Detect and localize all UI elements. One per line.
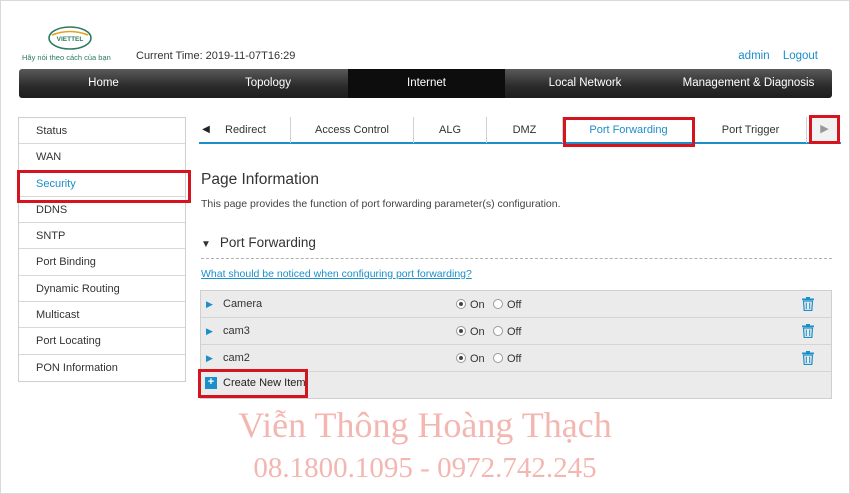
tab-alg[interactable]: ALG [414, 117, 487, 143]
radio-on[interactable] [456, 326, 466, 336]
watermark-line2: 08.1800.1095 - 0972.742.245 [253, 452, 597, 484]
sidebar-item-pon-information[interactable]: PON Information [19, 355, 185, 381]
svg-text:VIETTEL: VIETTEL [57, 36, 84, 43]
sidebar-item-port-locating[interactable]: Port Locating [19, 328, 185, 355]
expand-row-icon[interactable]: ▶ [206, 326, 213, 337]
on-label: On [470, 326, 485, 338]
tab-access-control[interactable]: Access Control [291, 117, 414, 143]
table-row: ▶ cam2 On Off [201, 345, 831, 372]
rule-name: Camera [223, 298, 263, 310]
section-divider [201, 258, 832, 259]
on-label: On [470, 299, 485, 311]
sidebar-item-wan[interactable]: WAN [19, 144, 185, 171]
off-label: Off [507, 353, 522, 365]
viettel-logo: VIETTEL Hãy nói theo cách của bạn [22, 26, 118, 66]
radio-off[interactable] [493, 326, 503, 336]
collapse-icon[interactable]: ▼ [201, 239, 211, 250]
sidebar-item-ddns[interactable]: DDNS [19, 197, 185, 224]
trash-icon[interactable] [802, 324, 814, 338]
sidebar-item-status[interactable]: Status [19, 118, 185, 145]
page-title: Page Information [201, 171, 320, 188]
trash-icon[interactable] [802, 297, 814, 311]
table-row: ▶ Camera On Off [201, 291, 831, 318]
table-row: ▶ cam3 On Off [201, 318, 831, 345]
sidebar: Status WAN Security DDNS SNTP Port Bindi… [17, 117, 191, 382]
nav-management-diagnosis[interactable]: Management & Diagnosis [665, 69, 832, 98]
tab-redirect[interactable]: Redirect [219, 117, 291, 143]
user-links: admin Logout [728, 50, 818, 62]
rule-name: cam2 [223, 352, 250, 364]
sidebar-item-sntp[interactable]: SNTP [19, 223, 185, 250]
radio-off[interactable] [493, 299, 503, 309]
tab-port-trigger[interactable]: Port Trigger [695, 117, 807, 143]
admin-link[interactable]: admin [738, 50, 769, 62]
create-row: + Create New Item [198, 369, 831, 398]
section-header[interactable]: ▼ Port Forwarding [201, 235, 316, 250]
nav-home[interactable]: Home [19, 69, 188, 98]
expand-row-icon[interactable]: ▶ [206, 299, 213, 310]
tab-scroll-right-icon[interactable]: ▶ [809, 115, 840, 144]
section-title: Port Forwarding [219, 235, 316, 250]
main-nav: Home Topology Internet Local Network Man… [19, 69, 832, 98]
viettel-logo-icon: VIETTEL [48, 26, 92, 50]
sidebar-item-dynamic-routing[interactable]: Dynamic Routing [19, 276, 185, 303]
logo-tagline: Hãy nói theo cách của bạn [22, 53, 111, 62]
nav-internet[interactable]: Internet [348, 69, 505, 98]
current-time: Current Time: 2019-11-07T16:29 [136, 50, 296, 62]
radio-on[interactable] [456, 299, 466, 309]
page-description: This page provides the function of port … [201, 198, 561, 210]
trash-icon[interactable] [802, 351, 814, 365]
on-label: On [470, 353, 485, 365]
sidebar-item-security[interactable]: Security [17, 169, 191, 203]
nav-topology[interactable]: Topology [188, 69, 348, 98]
tab-scroll-left-icon[interactable]: ◀ [199, 117, 213, 143]
highlight-box [198, 369, 308, 398]
radio-off[interactable] [493, 353, 503, 363]
watermark-line1: Viễn Thông Hoàng Thạch [238, 405, 612, 445]
expand-row-icon[interactable]: ▶ [206, 353, 213, 364]
tab-bar: ◀ Redirect Access Control ALG DMZ Port F… [199, 115, 841, 147]
off-label: Off [507, 326, 522, 338]
sidebar-item-port-binding[interactable]: Port Binding [19, 249, 185, 276]
nav-local-network[interactable]: Local Network [505, 69, 665, 98]
rule-name: cam3 [223, 325, 250, 337]
help-link[interactable]: What should be noticed when configuring … [201, 268, 472, 280]
logout-link[interactable]: Logout [783, 50, 818, 62]
port-forwarding-table: ▶ Camera On Off ▶ cam3 On Off ▶ cam2 On … [198, 290, 832, 399]
sidebar-item-multicast[interactable]: Multicast [19, 302, 185, 329]
highlight-box [563, 117, 695, 147]
off-label: Off [507, 299, 522, 311]
radio-on[interactable] [456, 353, 466, 363]
tab-dmz[interactable]: DMZ [487, 117, 563, 143]
